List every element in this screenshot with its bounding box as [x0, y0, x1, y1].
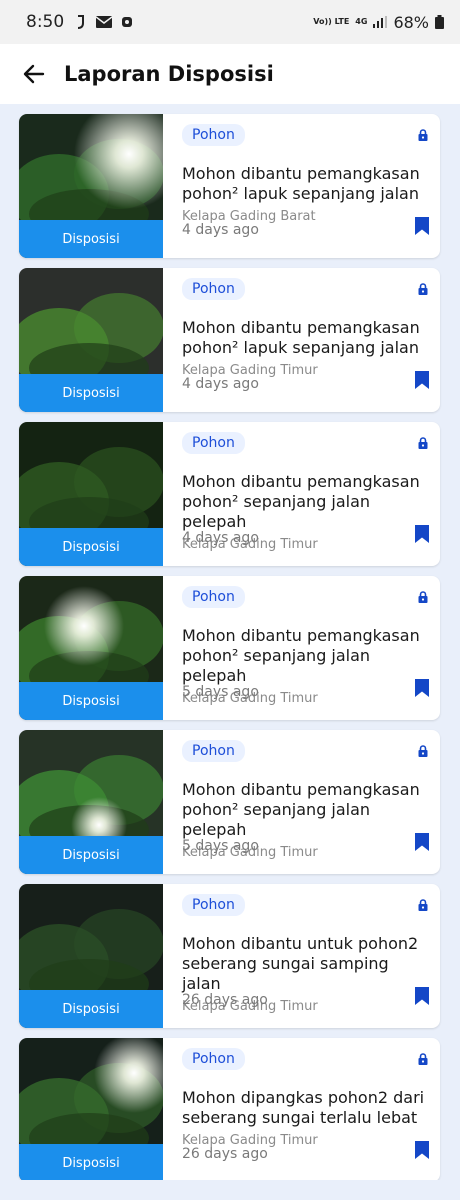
category-chip: Pohon [182, 740, 245, 762]
report-title: Mohon dibantu pemangkasan pohon² sepanja… [182, 472, 420, 531]
report-info: Pohon Mohon dibantu pemangkasan pohon² l… [163, 114, 440, 258]
category-chip: Pohon [182, 278, 245, 300]
battery-level: 68% [393, 12, 429, 32]
status-banner: Disposisi [19, 528, 163, 566]
bookmark-icon[interactable] [414, 832, 430, 856]
report-photo[interactable]: Disposisi [19, 576, 163, 720]
report-time: 4 days ago [182, 222, 259, 238]
lock-icon [418, 126, 428, 145]
report-time: 4 days ago [182, 530, 259, 546]
report-card[interactable]: Disposisi Pohon Mohon dipangkas pohon2 d… [19, 1038, 440, 1182]
status-bar: 8:50 Vo)) LTE 4G 68% [0, 0, 460, 44]
report-title: Mohon dibantu pemangkasan pohon² lapuk s… [182, 318, 420, 357]
category-chip: Pohon [182, 432, 245, 454]
report-photo[interactable]: Disposisi [19, 268, 163, 412]
report-time: 5 days ago [182, 684, 259, 700]
bookmark-icon[interactable] [414, 216, 430, 240]
status-time: 8:50 [26, 12, 65, 32]
category-chip: Pohon [182, 894, 245, 916]
lock-icon [418, 434, 428, 453]
status-banner: Disposisi [19, 990, 163, 1028]
report-card[interactable]: Disposisi Pohon Mohon dibantu pemangkasa… [19, 422, 440, 566]
signal-icon [373, 16, 388, 28]
status-banner: Disposisi [19, 220, 163, 258]
report-card[interactable]: Disposisi Pohon Mohon dibantu pemangkasa… [19, 576, 440, 720]
status-banner: Disposisi [19, 1144, 163, 1182]
category-chip: Pohon [182, 124, 245, 146]
lock-icon [418, 1050, 428, 1069]
status-banner: Disposisi [19, 836, 163, 874]
report-title: Mohon dibantu pemangkasan pohon² sepanja… [182, 780, 420, 839]
status-banner: Disposisi [19, 374, 163, 412]
report-photo[interactable]: Disposisi [19, 730, 163, 874]
lock-icon [418, 896, 428, 915]
category-chip: Pohon [182, 1048, 245, 1070]
report-list: Disposisi Pohon Mohon dibantu pemangkasa… [0, 104, 460, 1182]
bookmark-icon[interactable] [414, 370, 430, 394]
status-right: Vo)) LTE 4G 68% [313, 13, 444, 32]
app-icon [122, 17, 133, 27]
report-photo[interactable]: Disposisi [19, 1038, 163, 1182]
report-card[interactable]: Disposisi Pohon Mohon dibantu untuk poho… [19, 884, 440, 1028]
battery-icon [435, 15, 444, 29]
report-info: Pohon Mohon dibantu pemangkasan pohon² l… [163, 268, 440, 412]
lock-icon [418, 588, 428, 607]
network-indicator: 4G [355, 17, 368, 26]
page-title: Laporan Disposisi [64, 62, 274, 86]
mail-icon [96, 16, 113, 28]
report-title: Mohon dipangkas pohon2 dari seberang sun… [182, 1088, 425, 1127]
report-card[interactable]: Disposisi Pohon Mohon dibantu pemangkasa… [19, 114, 440, 258]
app-header: Laporan Disposisi [0, 44, 460, 104]
arrow-left-icon [23, 64, 45, 84]
notification-icon [74, 14, 86, 30]
volte-indicator: Vo)) LTE [313, 17, 350, 26]
bottom-bar [0, 1180, 460, 1200]
report-title: Mohon dibantu untuk pohon2 seberang sung… [182, 934, 419, 993]
report-title: Mohon dibantu pemangkasan pohon² lapuk s… [182, 164, 420, 203]
back-button[interactable] [20, 60, 48, 88]
report-photo[interactable]: Disposisi [19, 114, 163, 258]
report-info: Pohon Mohon dipangkas pohon2 dari sebera… [163, 1038, 440, 1182]
report-info: Pohon Mohon dibantu pemangkasan pohon² s… [163, 576, 440, 720]
report-card[interactable]: Disposisi Pohon Mohon dibantu pemangkasa… [19, 268, 440, 412]
bookmark-icon[interactable] [414, 1140, 430, 1164]
report-info: Pohon Mohon dibantu pemangkasan pohon² s… [163, 730, 440, 874]
report-time: 5 days ago [182, 838, 259, 854]
report-photo[interactable]: Disposisi [19, 422, 163, 566]
report-info: Pohon Mohon dibantu untuk pohon2 seberan… [163, 884, 440, 1028]
report-card[interactable]: Disposisi Pohon Mohon dibantu pemangkasa… [19, 730, 440, 874]
bookmark-icon[interactable] [414, 524, 430, 548]
lock-icon [418, 280, 428, 299]
report-time: 26 days ago [182, 1146, 268, 1162]
status-left: 8:50 [26, 12, 133, 32]
lock-icon [418, 742, 428, 761]
category-chip: Pohon [182, 586, 245, 608]
status-banner: Disposisi [19, 682, 163, 720]
report-time: 4 days ago [182, 376, 259, 392]
report-title: Mohon dibantu pemangkasan pohon² sepanja… [182, 626, 420, 685]
bookmark-icon[interactable] [414, 678, 430, 702]
report-time: 26 days ago [182, 992, 268, 1008]
bookmark-icon[interactable] [414, 986, 430, 1010]
report-info: Pohon Mohon dibantu pemangkasan pohon² s… [163, 422, 440, 566]
report-photo[interactable]: Disposisi [19, 884, 163, 1028]
